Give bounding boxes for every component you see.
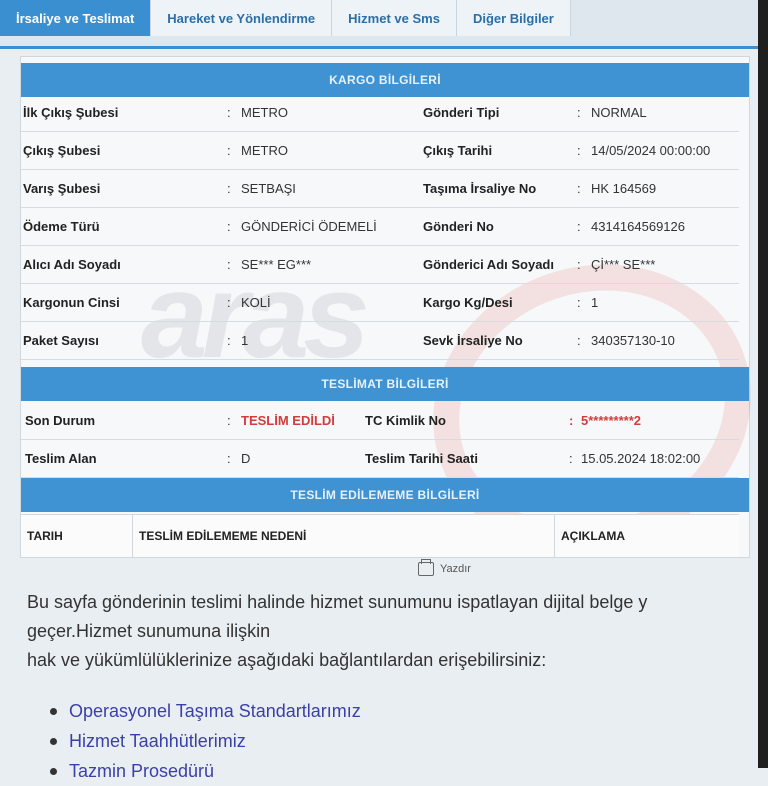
separator: : (227, 294, 231, 310)
field-label: Teslim Alan (25, 450, 97, 466)
field-value: GÖNDERİCİ ÖDEMELİ (241, 218, 377, 234)
table-row: Ödeme Türü : GÖNDERİCİ ÖDEMELİ Gönderi N… (21, 207, 739, 246)
field-label: Gönderi No (423, 218, 494, 234)
field-label: Teslim Tarihi Saati (365, 450, 478, 466)
section-header-edilememe: TESLİM EDİLEMEME BİLGİLERİ (21, 478, 749, 512)
field-value: NORMAL (591, 104, 647, 120)
link-tazmin-proseduru[interactable]: Tazmin Prosedürü (69, 761, 214, 782)
tab-hizmet-sms[interactable]: Hizmet ve Sms (332, 0, 457, 36)
field-label: Çıkış Şubesi (23, 142, 101, 158)
separator: : (227, 142, 231, 158)
separator: : (577, 142, 581, 158)
field-label: TC Kimlik No (365, 412, 446, 428)
list-item: Operasyonel Taşıma Standartlarımız (50, 696, 361, 726)
table-row: Son Durum : TESLİM EDİLDİ TC Kimlik No :… (21, 401, 739, 440)
field-label: Kargonun Cinsi (23, 294, 120, 310)
separator: : (227, 332, 231, 348)
separator: : (227, 256, 231, 272)
separator: : (577, 256, 581, 272)
field-value: 340357130-10 (591, 332, 675, 348)
section-header-teslimat: TESLİMAT BİLGİLERİ (21, 367, 749, 401)
table-row: Teslim Alan : D Teslim Tarihi Saati : 15… (21, 439, 739, 478)
separator: : (577, 180, 581, 196)
edilememe-table-header: TARIH TESLİM EDİLEMEME NEDENİ AÇIKLAMA (21, 514, 739, 557)
field-label: Varış Şubesi (23, 180, 101, 196)
print-button[interactable]: Yazdır (418, 559, 471, 578)
list-item: Tazmin Prosedürü (50, 756, 361, 786)
field-value: SETBAŞI (241, 180, 296, 196)
separator: : (227, 180, 231, 196)
tab-irsaliye-teslimat[interactable]: İrsaliye ve Teslimat (0, 0, 152, 36)
field-value: SE*** EG*** (241, 256, 312, 272)
field-value: 1 (241, 332, 249, 348)
separator: : (577, 104, 581, 120)
tc-kimlik-value: 5*********2 (581, 412, 641, 428)
field-label: Ödeme Türü (23, 218, 100, 234)
field-label: Sevk İrsaliye No (423, 332, 523, 348)
column-header: TESLİM EDİLEMEME NEDENİ (133, 515, 555, 557)
separator: : (227, 104, 231, 120)
info-line: Bu sayfa gönderinin teslimi halinde hizm… (27, 592, 648, 612)
field-label: Paket Sayısı (23, 332, 99, 348)
bullet-icon (50, 737, 57, 745)
tab-hareket-yonlendirme[interactable]: Hareket ve Yönlendirme (151, 0, 333, 36)
info-line: geçer.Hizmet sunumuna ilişkin (27, 621, 271, 641)
separator: : (227, 450, 231, 466)
field-label: Gönderici Adı Soyadı (423, 256, 554, 272)
field-value: 1 (591, 294, 599, 310)
info-line: hak ve yükümlülüklerinize aşağıdaki bağl… (27, 650, 547, 670)
link-operasyonel[interactable]: Operasyonel Taşıma Standartlarımız (69, 701, 361, 722)
separator: : (227, 412, 231, 428)
separator: : (569, 412, 574, 428)
field-label: İlk Çıkış Şubesi (23, 104, 119, 120)
field-value: D (241, 450, 251, 466)
delivery-status-value: TESLİM EDİLDİ (241, 412, 335, 428)
link-hizmet-taahhutleri[interactable]: Hizmet Taahhütlerimiz (69, 731, 246, 752)
column-header: AÇIKLAMA (561, 529, 625, 543)
field-value: METRO (241, 104, 288, 120)
list-item: Hizmet Taahhütlerimiz (50, 726, 361, 756)
table-row: Çıkış Şubesi : METRO Çıkış Tarihi : 14/0… (21, 131, 739, 170)
field-label: Çıkış Tarihi (423, 142, 493, 158)
field-label: Taşıma İrsaliye No (423, 180, 537, 196)
separator: : (577, 294, 581, 310)
field-label: Kargo Kg/Desi (423, 294, 513, 310)
separator: : (577, 332, 581, 348)
field-value: HK 164569 (591, 180, 657, 196)
policy-links: Operasyonel Taşıma Standartlarımız Hizme… (50, 696, 361, 786)
table-row: Paket Sayısı : 1 Sevk İrsaliye No : 3403… (21, 321, 739, 360)
info-text: Bu sayfa gönderinin teslimi halinde hizm… (27, 588, 767, 675)
bullet-icon (50, 767, 57, 775)
field-label: Son Durum (25, 412, 96, 428)
column-header: TARIH (21, 515, 133, 557)
field-value: KOLİ (241, 294, 271, 310)
table-row: İlk Çıkış Şubesi : METRO Gönderi Tipi : … (21, 93, 739, 132)
printer-icon (418, 559, 434, 576)
separator: : (569, 450, 573, 466)
field-value: 15.05.2024 18:02:00 (581, 450, 701, 466)
separator: : (577, 218, 581, 234)
table-row: Kargonun Cinsi : KOLİ Kargo Kg/Desi : 1 (21, 283, 739, 322)
separator: : (227, 218, 231, 234)
field-value: METRO (241, 142, 288, 158)
field-label: Alıcı Adı Soyadı (23, 256, 121, 272)
table-row: Varış Şubesi : SETBAŞI Taşıma İrsaliye N… (21, 169, 739, 208)
section-header-kargo: KARGO BİLGİLERİ (21, 63, 749, 97)
print-label: Yazdır (440, 563, 471, 575)
table-row: Alıcı Adı Soyadı : SE*** EG*** Gönderici… (21, 245, 739, 284)
bullet-icon (50, 707, 57, 715)
field-value: 14/05/2024 00:00:00 (591, 142, 711, 158)
shipment-details-panel: aras KARGO BİLGİLERİ İlk Çıkış Şubesi : … (20, 56, 768, 596)
field-value: Çİ*** SE*** (591, 256, 656, 272)
field-value: 4314164569126 (591, 218, 685, 234)
field-label: Gönderi Tipi (423, 104, 500, 120)
tab-bar: İrsaliye ve Teslimat Hareket ve Yönlendi… (0, 0, 760, 49)
tab-diger-bilgiler[interactable]: Diğer Bilgiler (456, 0, 571, 36)
